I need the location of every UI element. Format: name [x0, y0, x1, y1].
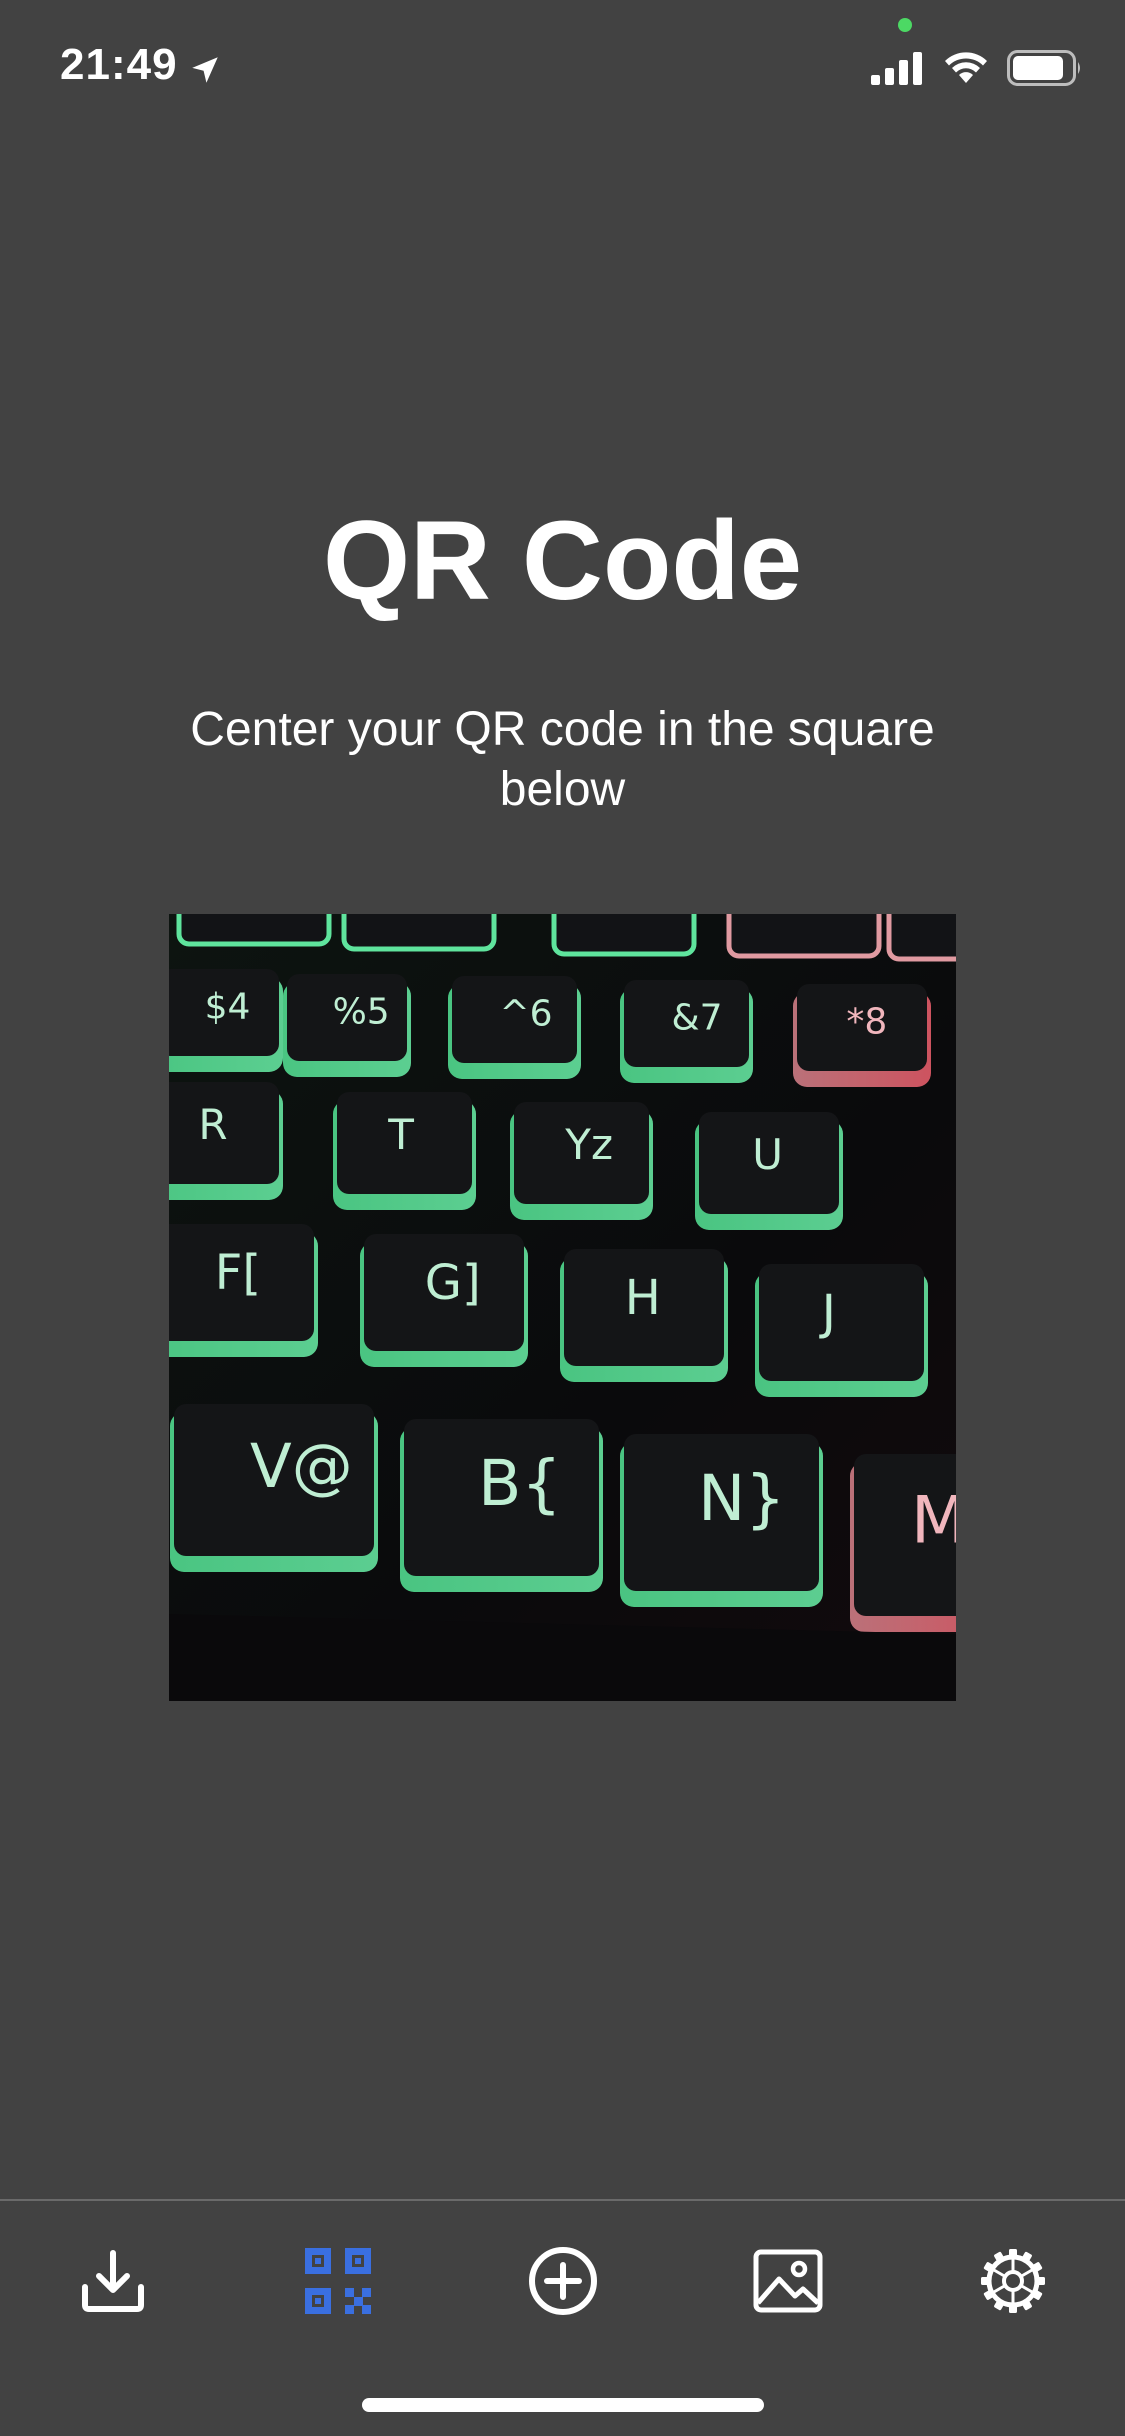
status-icons	[871, 50, 1083, 86]
microphone-indicator-dot	[898, 18, 912, 32]
tab-qr-code[interactable]	[298, 2241, 378, 2321]
tab-add[interactable]	[523, 2241, 603, 2321]
keyboard-key-label: &7	[672, 997, 723, 1038]
keyboard-key-label: F[	[215, 1245, 261, 1301]
keyboard-key: G]	[360, 1234, 528, 1367]
keyboard-key: U	[695, 1112, 843, 1230]
tab-download[interactable]	[73, 2241, 153, 2321]
keyboard-key-label: *8	[846, 1001, 887, 1042]
location-arrow-icon	[188, 48, 222, 83]
image-icon	[753, 2249, 823, 2313]
keyboard-key: %5	[283, 974, 411, 1077]
keyboard-key: J	[755, 1264, 928, 1397]
keyboard-key: &7	[620, 980, 753, 1083]
keyboard-key: R	[169, 1082, 283, 1200]
scan-instruction: Center your QR code in the square below	[190, 703, 935, 816]
keyboard-key-label: $4	[205, 986, 251, 1027]
keyboard-key	[176, 914, 332, 947]
keyboard-key: Yz	[510, 1102, 653, 1220]
keyboard-key-label: J	[819, 1285, 836, 1341]
camera-preview[interactable]: $4 %5 ^6 &7 *8 R T Yz U F[ G] H J V@ B{ N} M	[169, 914, 956, 1701]
keyboard-key: ^6	[448, 976, 581, 1079]
keyboard-key-label: U	[752, 1130, 783, 1179]
camera-feed-image: $4 %5 ^6 &7 *8 R T Yz U F[ G] H J V@ B{ N} M	[169, 914, 956, 1701]
keyboard-key: T	[333, 1092, 476, 1210]
tab-settings[interactable]	[973, 2241, 1053, 2321]
keyboard-key-label: R	[198, 1100, 227, 1149]
keyboard-key: *8	[793, 984, 931, 1087]
keyboard-key-label: Yz	[564, 1120, 613, 1169]
keyboard-key	[551, 914, 697, 957]
battery-icon	[1007, 50, 1083, 86]
status-bar: 21:49	[0, 0, 1125, 132]
keyboard-key: F[	[169, 1224, 318, 1357]
keyboard-key-label: T	[387, 1110, 414, 1159]
keyboard-key: V@	[170, 1404, 378, 1572]
status-time-group: 21:49	[60, 40, 222, 90]
page-title: QR Code	[322, 498, 803, 623]
keyboard-key	[341, 914, 497, 952]
home-indicator[interactable]	[362, 2398, 764, 2412]
keyboard-key-label: M	[911, 1483, 956, 1558]
cellular-signal-icon	[871, 51, 925, 85]
status-time: 21:49	[60, 40, 178, 89]
wifi-icon	[943, 51, 989, 85]
gear-icon	[981, 2249, 1045, 2313]
keyboard-key: B{	[400, 1419, 603, 1592]
keyboard-key: H	[560, 1249, 728, 1382]
download-icon	[82, 2250, 144, 2312]
qr-code-icon	[305, 2248, 371, 2314]
add-circle-icon	[529, 2247, 597, 2315]
keyboard-key-label: ^6	[500, 993, 553, 1034]
keyboard-key-label: G]	[425, 1255, 481, 1311]
keyboard-key: M	[850, 1454, 956, 1632]
keyboard-key: $4	[169, 969, 283, 1072]
keyboard-key-label: H	[625, 1270, 661, 1326]
keyboard-key	[886, 914, 956, 962]
keyboard-key-label: %5	[333, 991, 390, 1032]
keyboard-key-label: N}	[698, 1462, 785, 1535]
keyboard-key: N}	[620, 1434, 823, 1607]
tab-images[interactable]	[748, 2241, 828, 2321]
keyboard-key-label: V@	[250, 1431, 353, 1502]
keyboard-key	[726, 914, 882, 959]
screen: 21:49 QR Code Center your QR code in the…	[0, 0, 1125, 2436]
keyboard-key-label: B{	[478, 1447, 561, 1520]
